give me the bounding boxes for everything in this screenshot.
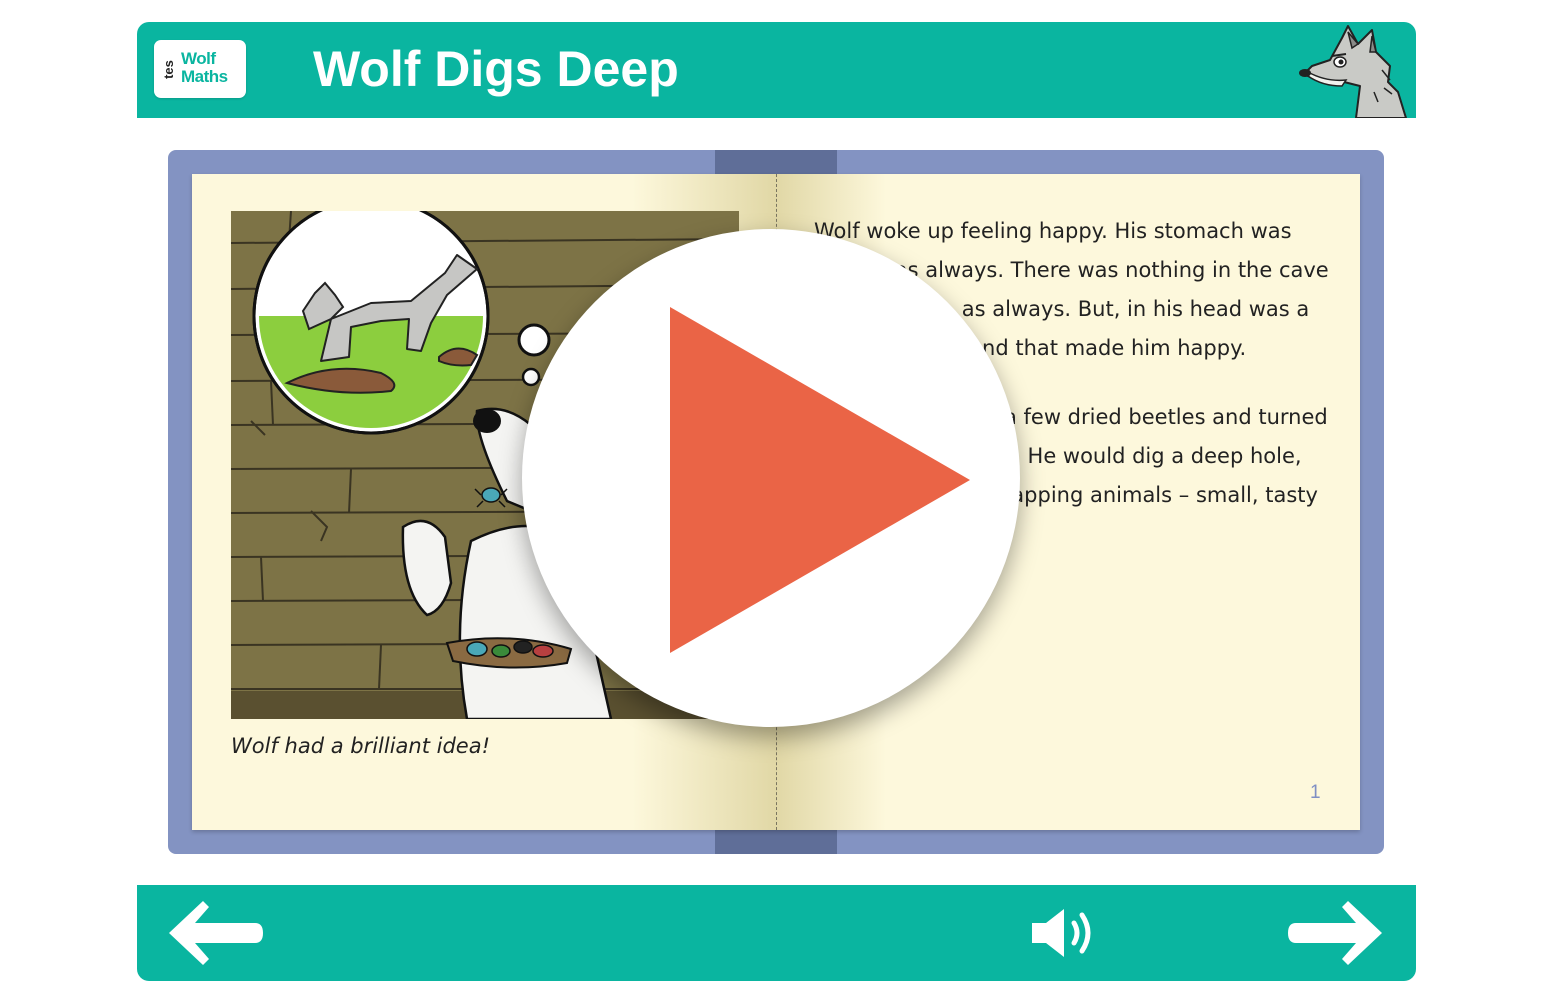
play-icon bbox=[670, 307, 970, 653]
logo-line2: Maths bbox=[181, 67, 228, 86]
logo-tes-text: tes bbox=[160, 59, 176, 79]
play-button[interactable] bbox=[522, 229, 1020, 727]
arrow-right-icon bbox=[1288, 901, 1382, 965]
audio-button[interactable] bbox=[1030, 905, 1100, 961]
illustration-caption: Wolf had a brilliant idea! bbox=[231, 734, 491, 758]
wolf-head-icon bbox=[1299, 25, 1407, 118]
speaker-icon bbox=[1032, 909, 1091, 957]
back-button[interactable] bbox=[165, 899, 265, 967]
wolf-maths-logo[interactable]: tes Wolf Maths bbox=[154, 40, 246, 98]
logo-line1: Wolf bbox=[181, 49, 216, 68]
page: tes Wolf Maths Wolf Digs Deep Wolf had a… bbox=[0, 0, 1553, 1001]
book-spine-bottom bbox=[715, 830, 837, 854]
page-title: Wolf Digs Deep bbox=[313, 41, 679, 97]
arrow-left-icon bbox=[169, 901, 263, 965]
page-number: 1 bbox=[1310, 782, 1321, 803]
forward-button[interactable] bbox=[1286, 899, 1386, 967]
footer-bar bbox=[137, 885, 1416, 981]
book-spine-top bbox=[715, 150, 837, 174]
header-bar: tes Wolf Maths Wolf Digs Deep bbox=[137, 22, 1416, 118]
